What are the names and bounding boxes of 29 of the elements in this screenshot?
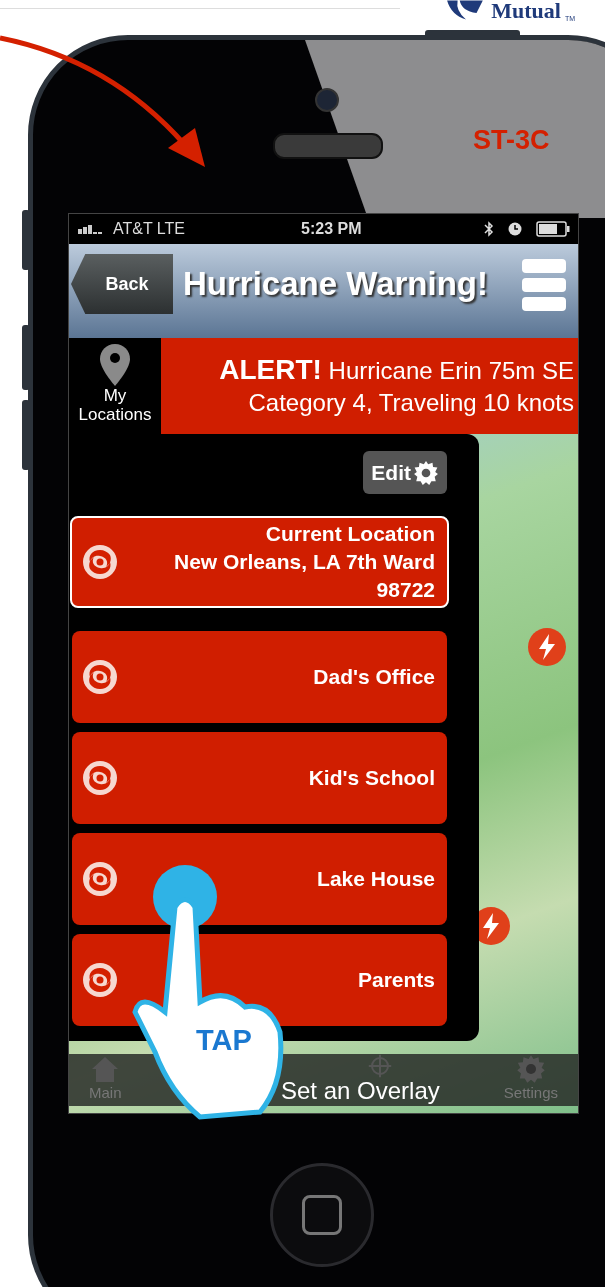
hurricane-icon bbox=[82, 659, 118, 695]
camera-icon bbox=[315, 88, 339, 112]
location-button[interactable]: Current Location New Orleans, LA 7th Ward 98722 bbox=[70, 516, 449, 608]
clock-icon bbox=[508, 222, 522, 236]
my-locations-label[interactable]: My Locations bbox=[69, 386, 161, 424]
hurricane-icon bbox=[82, 760, 118, 796]
alert-text: ALERT! Hurricane Erin 75m SE bbox=[219, 353, 574, 387]
hurricane-icon bbox=[82, 544, 118, 580]
status-time: 5:23 PM bbox=[301, 220, 363, 238]
tap-label: TAP bbox=[196, 1024, 252, 1057]
location-button[interactable]: Dad's Office bbox=[72, 631, 447, 723]
location-pin-icon[interactable] bbox=[100, 344, 130, 386]
gear-icon bbox=[413, 459, 439, 486]
menu-icon[interactable] bbox=[520, 257, 568, 313]
back-button[interactable]: Back bbox=[71, 254, 173, 314]
storm-marker-icon bbox=[527, 627, 567, 667]
battery-icon bbox=[536, 221, 570, 237]
screen-title: Hurricane Warning! bbox=[183, 265, 488, 303]
location-button[interactable]: Kid's School bbox=[72, 732, 447, 824]
overlay-hint-text: Set an Overlay bbox=[281, 1078, 440, 1104]
screen-label: ST-3C bbox=[473, 125, 550, 156]
logo-text: Mutual bbox=[491, 0, 561, 22]
location-button[interactable]: Lake House bbox=[72, 833, 447, 925]
hurricane-icon bbox=[82, 861, 118, 897]
bluetooth-icon bbox=[484, 221, 494, 237]
edit-button[interactable]: Edit bbox=[363, 451, 447, 494]
hurricane-icon bbox=[82, 962, 118, 998]
carrier-text: AT&T LTE bbox=[113, 220, 185, 238]
alert-text: Category 4, Traveling 10 knots bbox=[248, 387, 574, 418]
